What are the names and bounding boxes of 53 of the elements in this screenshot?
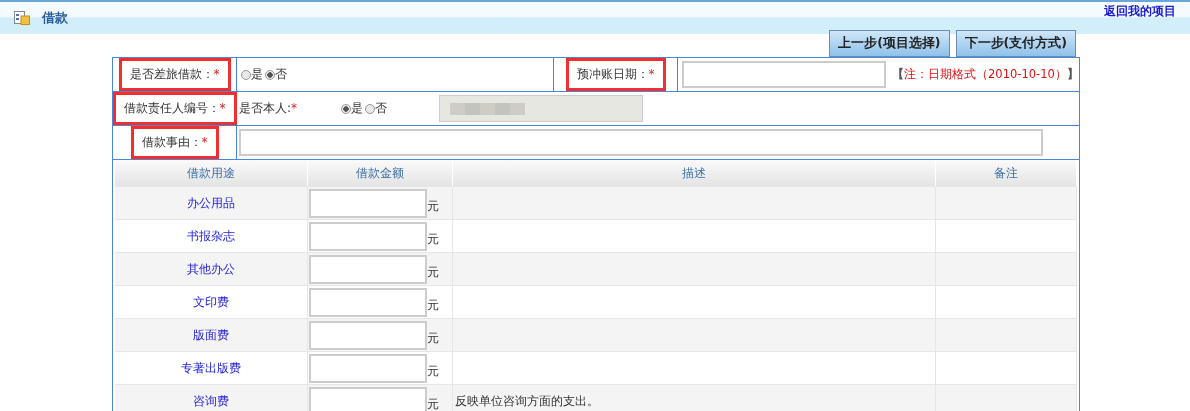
form-icon [14,11,30,25]
column-header: 备注 [994,164,1018,182]
required-mark: * [213,67,220,81]
bracket: 】 [1066,66,1079,83]
step-button[interactable]: 上一步(项目选择) [829,30,950,57]
radio-label: 否 [375,100,387,117]
reason-field[interactable] [239,129,1043,156]
back-link[interactable]: 返回我的项目 [1104,2,1176,20]
self-label: 是否本人:* [239,100,299,117]
purpose-link[interactable]: 专著出版费 [181,359,241,377]
date-field[interactable] [682,61,886,88]
radio-label: 是 [251,66,263,83]
field-label: 借款事由：* [130,126,219,159]
required-mark: * [648,67,655,81]
amount-field[interactable] [309,353,427,383]
required-mark: * [219,101,226,115]
unit-label: 元 [427,395,439,411]
amount-field[interactable] [309,320,427,350]
unit-label: 元 [427,263,439,281]
bracket: 【 [892,66,904,83]
purpose-link[interactable]: 文印费 [193,293,229,311]
unit-label: 元 [427,296,439,314]
radio-button[interactable] [341,103,351,114]
page-title: 借款 [42,9,68,27]
radio-button[interactable] [265,69,275,80]
column-header: 描述 [682,164,706,182]
amount-field[interactable] [309,386,427,411]
unit-label: 元 [427,230,439,248]
amount-field[interactable] [309,188,427,218]
required-mark: * [201,135,208,149]
field-label: 是否差旅借款：* [118,58,231,91]
description-text: 反映单位咨询方面的支出。 [454,392,599,410]
purpose-link[interactable]: 版面费 [193,326,229,344]
column-header: 借款金额 [356,164,404,182]
radio-label: 否 [275,66,287,83]
unit-label: 元 [427,362,439,380]
purpose-link[interactable]: 书报杂志 [187,227,235,245]
unit-label: 元 [427,329,439,347]
purpose-link[interactable]: 其他办公 [187,260,235,278]
step-button[interactable]: 下一步(支付方式) [955,30,1076,57]
field-label: 借款责任人编号：* [112,92,237,125]
amount-field[interactable] [309,287,427,317]
field-label: 预冲账日期：* [565,58,666,91]
column-header: 借款用途 [187,164,235,182]
amount-field[interactable] [309,254,427,284]
radio-label: 是 [351,100,363,117]
date-format-note: 注：日期格式（2010-10-10） [904,67,1067,82]
amount-field[interactable] [309,221,427,251]
purpose-link[interactable]: 咨询费 [193,392,229,410]
radio-button[interactable] [365,103,375,114]
purpose-link[interactable]: 办公用品 [187,194,235,212]
unit-label: 元 [427,197,439,215]
radio-button[interactable] [241,69,251,80]
